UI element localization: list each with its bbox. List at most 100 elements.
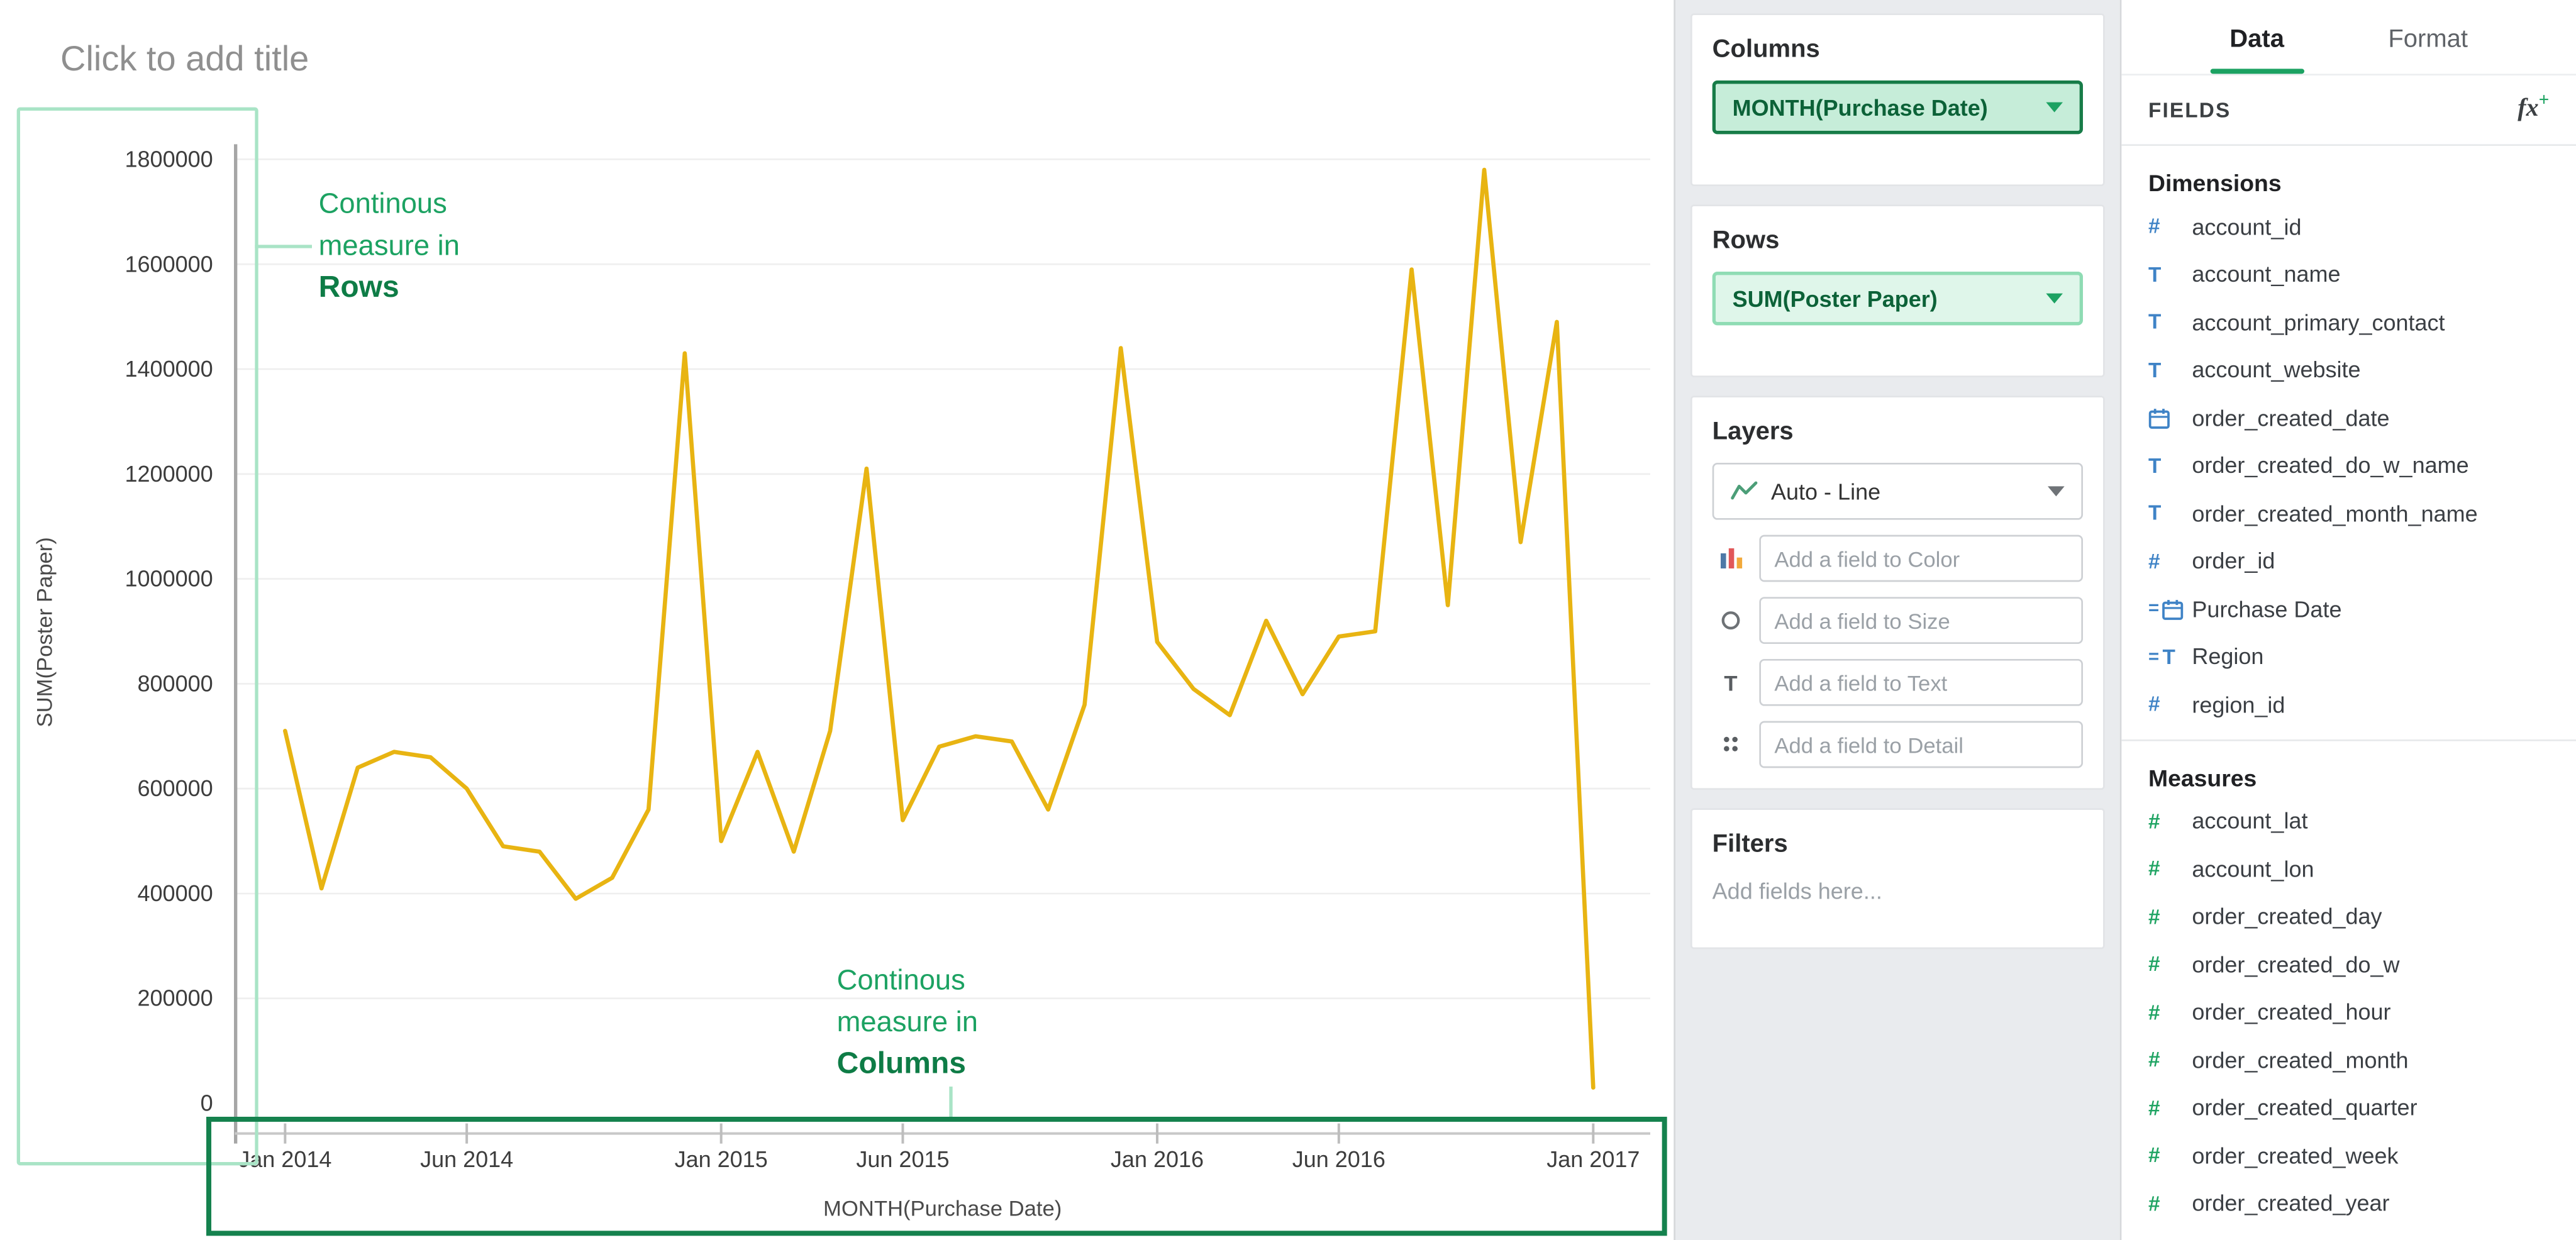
- field-order-created-do-w-name[interactable]: Torder_created_do_w_name: [2121, 442, 2576, 490]
- dimensions-section-label: Dimensions: [2121, 146, 2576, 203]
- layer-target-input-text[interactable]: [1759, 659, 2083, 706]
- field-name: order_created_month_name: [2192, 501, 2477, 526]
- layer-target-input-detail[interactable]: [1759, 721, 2083, 768]
- chevron-down-icon[interactable]: [2048, 486, 2065, 496]
- field-account-id[interactable]: #account_id: [2121, 203, 2576, 251]
- field-name: account_primary_contact: [2192, 310, 2445, 335]
- field-order-id[interactable]: #order_id: [2121, 538, 2576, 585]
- fields-panel: Data Format FIELDS fx+ Dimensions #accou…: [2120, 0, 2576, 1240]
- field-name: order_created_hour: [2192, 1000, 2390, 1025]
- field-order-created-month[interactable]: #order_created_month: [2121, 1036, 2576, 1084]
- add-calculated-field-icon[interactable]: fx+: [2518, 96, 2549, 124]
- field-order-created-month-name[interactable]: Torder_created_month_name: [2121, 490, 2576, 538]
- field-name: account_id: [2192, 214, 2301, 240]
- field-name: order_created_month: [2192, 1048, 2408, 1073]
- measures-section-label: Measures: [2121, 740, 2576, 797]
- field-order-created-quarter[interactable]: #order_created_quarter: [2121, 1084, 2576, 1132]
- field-name: Region: [2192, 645, 2263, 670]
- field-name: order_created_day: [2192, 904, 2382, 929]
- field-name: account_lat: [2192, 809, 2307, 834]
- annotation-line: Continous: [319, 183, 460, 225]
- active-tab-indicator: [2210, 69, 2304, 74]
- layers-label: Layers: [1713, 418, 2083, 446]
- field-account-primary-contact[interactable]: Taccount_primary_contact: [2121, 299, 2576, 346]
- columns-annotation-box: [206, 1117, 1667, 1236]
- rows-shelf: Rows SUM(Poster Paper): [1690, 204, 2105, 377]
- field-order-created-do-w[interactable]: #order_created_do_w: [2121, 941, 2576, 988]
- field-name: account_name: [2192, 262, 2340, 287]
- field-name: Purchase Date: [2192, 597, 2341, 622]
- number-field-icon: #: [2148, 693, 2192, 716]
- field-order-created-year[interactable]: #order_created_year: [2121, 1180, 2576, 1227]
- rows-shelf-label: Rows: [1713, 226, 2083, 255]
- layer-target-row: T: [1713, 659, 2083, 706]
- calendar-field-icon: =: [2148, 598, 2192, 620]
- text-field-icon: T: [2148, 502, 2192, 525]
- size-icon: [1713, 609, 1750, 632]
- layer-target-row: [1713, 597, 2083, 644]
- app-window: Click to add title 020000040000060000080…: [0, 0, 2576, 1240]
- tab-format[interactable]: Format: [2388, 25, 2468, 74]
- rows-annotation-text: Continous measure in Rows: [319, 183, 460, 309]
- panel-tabs: Data Format: [2121, 0, 2576, 75]
- mark-type-value: Auto - Line: [1771, 479, 2038, 504]
- text-field-icon: T: [2148, 454, 2192, 477]
- number-field-icon: #: [2148, 905, 2192, 928]
- field-name: order_created_do_w: [2192, 952, 2399, 977]
- annotation-line: measure in: [319, 224, 460, 267]
- chevron-down-icon[interactable]: [2046, 102, 2063, 113]
- layer-target-row: [1713, 535, 2083, 582]
- layer-target-input-color[interactable]: [1759, 535, 2083, 582]
- field-name: order_created_year: [2192, 1191, 2389, 1216]
- measures-list: #account_lat#account_lon#order_created_d…: [2121, 797, 2576, 1227]
- field-order-created-week[interactable]: #order_created_week: [2121, 1132, 2576, 1180]
- chevron-down-icon[interactable]: [2046, 294, 2063, 304]
- columns-annotation-text: Continous measure in Columns: [837, 959, 978, 1085]
- text-icon: T: [1713, 670, 1750, 695]
- columns-pill[interactable]: MONTH(Purchase Date): [1713, 80, 2083, 134]
- number-field-icon: #: [2148, 857, 2192, 880]
- rows-pill[interactable]: SUM(Poster Paper): [1713, 272, 2083, 325]
- number-field-icon: #: [2148, 1048, 2192, 1071]
- dimensions-list: #account_idTaccount_nameTaccount_primary…: [2121, 203, 2576, 729]
- filters-label: Filters: [1713, 830, 2083, 858]
- field-region-id[interactable]: #region_id: [2121, 681, 2576, 729]
- text-field-icon: T: [2148, 358, 2192, 382]
- field-name: account_website: [2192, 358, 2360, 383]
- field-name: order_created_date: [2192, 406, 2389, 431]
- field-order-created-day[interactable]: #order_created_day: [2121, 893, 2576, 941]
- mark-type-select[interactable]: Auto - Line: [1713, 463, 2083, 520]
- annotation-line: Continous: [837, 959, 978, 1001]
- tab-data-label: Data: [2229, 25, 2284, 53]
- number-field-icon: #: [2148, 550, 2192, 573]
- number-field-icon: #: [2148, 1192, 2192, 1215]
- columns-annotation-connector: [949, 1087, 952, 1119]
- layer-target-input-size[interactable]: [1759, 597, 2083, 644]
- field-purchase-date[interactable]: =Purchase Date: [2121, 585, 2576, 633]
- text-field-icon: T: [2148, 263, 2192, 286]
- tab-data[interactable]: Data: [2229, 25, 2284, 74]
- fields-header-label: FIELDS: [2148, 98, 2231, 121]
- field-region[interactable]: =TRegion: [2121, 633, 2576, 681]
- field-name: account_lon: [2192, 856, 2314, 882]
- columns-shelf-label: Columns: [1713, 35, 2083, 64]
- rows-pill-label: SUM(Poster Paper): [1733, 286, 2036, 311]
- columns-shelf: Columns MONTH(Purchase Date): [1690, 13, 2105, 186]
- columns-pill-label: MONTH(Purchase Date): [1733, 95, 2036, 120]
- field-account-lon[interactable]: #account_lon: [2121, 845, 2576, 893]
- layer-targets: T: [1713, 535, 2083, 768]
- field-account-lat[interactable]: #account_lat: [2121, 797, 2576, 845]
- rows-annotation-box: [17, 108, 258, 1166]
- filters-card: Filters Add fields here...: [1690, 808, 2105, 949]
- layer-target-row: [1713, 721, 2083, 768]
- filters-drop-zone[interactable]: Add fields here...: [1713, 878, 2083, 927]
- field-order-created-hour[interactable]: #order_created_hour: [2121, 988, 2576, 1036]
- annotation-bold: Columns: [837, 1043, 978, 1085]
- field-account-name[interactable]: Taccount_name: [2121, 251, 2576, 299]
- fields-header: FIELDS fx+: [2121, 75, 2576, 146]
- field-account-website[interactable]: Taccount_website: [2121, 346, 2576, 394]
- chart-canvas: Click to add title 020000040000060000080…: [0, 0, 1674, 1240]
- text-field-icon: =T: [2148, 645, 2192, 668]
- field-name: order_created_quarter: [2192, 1095, 2417, 1121]
- field-order-created-date[interactable]: order_created_date: [2121, 394, 2576, 442]
